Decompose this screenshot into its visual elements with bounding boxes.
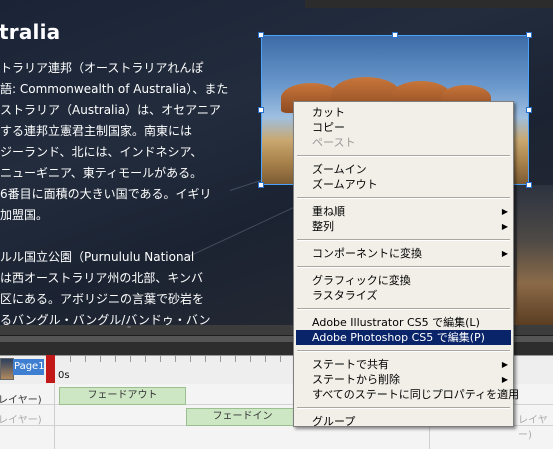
menu-item[interactable]: 重ね順 ▶ bbox=[296, 204, 511, 219]
menu-item[interactable]: カット bbox=[296, 105, 511, 120]
paragraph-line: する連邦立憲君主制国家。南東には bbox=[0, 124, 193, 138]
resize-handle-left[interactable] bbox=[258, 107, 264, 113]
paragraph-line: ルル国立公園（Purnululu National bbox=[0, 250, 195, 264]
menu-item[interactable]: グラフィックに変換 bbox=[296, 273, 511, 288]
page-tab[interactable]: Page1 bbox=[13, 359, 45, 375]
menu-item-label: コンポーネントに変換 bbox=[312, 247, 422, 260]
resize-handle-bottom-right[interactable] bbox=[526, 182, 532, 188]
menu-item-label: すべてのステートに同じプロパティを適用 bbox=[312, 388, 520, 401]
tween-fade-out[interactable]: フェードアウト bbox=[59, 387, 186, 405]
resize-handle-top[interactable] bbox=[392, 32, 398, 38]
menu-item-label: ラスタライズ bbox=[312, 289, 378, 302]
time-tick bbox=[265, 356, 266, 362]
submenu-arrow-icon: ▶ bbox=[501, 207, 508, 216]
page-thumbnail[interactable] bbox=[0, 358, 14, 380]
layer-label[interactable]: レイヤー) bbox=[0, 411, 42, 426]
menu-item[interactable]: ズームイン bbox=[296, 162, 511, 177]
menu-item-label: 重ね順 bbox=[312, 205, 345, 218]
layer-label-right[interactable]: レイヤー) bbox=[518, 411, 553, 441]
paragraph-line: 語: Commonwealth of Australia）、また bbox=[0, 82, 229, 96]
time-tick bbox=[190, 356, 191, 362]
time-tick bbox=[70, 356, 71, 362]
paragraph-purnululu: ルル国立公園（Purnululu National は西オーストラリア州の北部、キ… bbox=[0, 247, 210, 325]
time-tick bbox=[235, 356, 236, 362]
paragraph-line: 区にある。アボリジニの言葉で砂岩を bbox=[0, 292, 205, 306]
menu-item[interactable]: ラスタライズ bbox=[296, 288, 511, 303]
menu-separator bbox=[297, 350, 510, 352]
menu-item[interactable]: ズームアウト bbox=[296, 177, 511, 192]
submenu-arrow-icon: ▶ bbox=[501, 375, 508, 384]
menu-item[interactable]: Adobe Illustrator CS5 で編集(L) bbox=[296, 315, 511, 330]
menu-separator bbox=[297, 266, 510, 268]
paragraph-line: るバングル・バングル/バンドゥ・バン bbox=[0, 313, 211, 325]
time-tick bbox=[130, 356, 131, 362]
menu-item-label: Adobe Illustrator CS5 で編集(L) bbox=[312, 316, 480, 329]
menu-item-label: ズームイン bbox=[312, 163, 367, 176]
top-toolbar-strip bbox=[305, 0, 553, 8]
menu-item-label: 整列 bbox=[312, 220, 334, 233]
paragraph-line: は西オーストラリア州の北部、キンバ bbox=[0, 271, 204, 285]
paragraph-line: ジーランド、北には、インドネシア、 bbox=[0, 145, 203, 159]
playhead[interactable] bbox=[46, 355, 55, 383]
menu-item[interactable]: 整列 ▶ bbox=[296, 219, 511, 234]
menu-item-label: Adobe Photoshop CS5 で編集(P) bbox=[312, 331, 485, 344]
time-tick bbox=[100, 356, 101, 362]
time-tick bbox=[85, 356, 86, 362]
time-zero-label: 0s bbox=[58, 370, 70, 381]
layer-label[interactable]: レイヤー) bbox=[0, 391, 42, 406]
time-tick bbox=[220, 356, 221, 362]
submenu-arrow-icon: ▶ bbox=[501, 222, 508, 231]
submenu-arrow-icon: ▶ bbox=[501, 360, 508, 369]
page-heading: tralia bbox=[0, 20, 61, 44]
tween-fade-in[interactable]: フェードイン bbox=[186, 408, 299, 426]
menu-item[interactable]: ペースト bbox=[296, 135, 511, 150]
menu-item-label: グラフィックに変換 bbox=[312, 274, 411, 287]
paragraph-line: トラリア連邦（オーストラリアれんぽ bbox=[0, 61, 204, 75]
menu-item[interactable]: コンポーネントに変換 ▶ bbox=[296, 246, 511, 261]
divider-grip[interactable]: '' bbox=[125, 326, 133, 333]
menu-item-label: グループ bbox=[312, 415, 356, 428]
menu-item[interactable]: すべてのステートに同じプロパティを適用 bbox=[296, 387, 519, 402]
time-tick bbox=[145, 356, 146, 362]
time-tick bbox=[250, 356, 251, 362]
menu-item[interactable]: Adobe Photoshop CS5 で編集(P) bbox=[296, 330, 511, 345]
paragraph-line: ニューギニア、東ティモールがある。 bbox=[0, 166, 203, 180]
time-tick bbox=[205, 356, 206, 362]
paragraph-line: 6番目に面積の大きい国である。イギリ bbox=[0, 187, 212, 201]
menu-item[interactable]: コピー bbox=[296, 120, 511, 135]
menu-separator bbox=[297, 308, 510, 310]
menu-item[interactable]: ステートで共有 ▶ bbox=[296, 357, 511, 372]
menu-item-label: カット bbox=[312, 106, 345, 119]
background-photo-right bbox=[517, 185, 553, 325]
menu-item-label: コピー bbox=[312, 121, 345, 134]
menu-separator bbox=[297, 155, 510, 157]
column-divider bbox=[54, 384, 55, 449]
paragraph-line: 加盟国。 bbox=[0, 208, 49, 222]
menu-item-label: ステートで共有 bbox=[312, 358, 389, 371]
menu-item[interactable]: ステートから削除 ▶ bbox=[296, 372, 511, 387]
resize-handle-bottom-left[interactable] bbox=[258, 182, 264, 188]
menu-item[interactable]: グループ bbox=[296, 414, 511, 429]
resize-handle-right[interactable] bbox=[526, 107, 532, 113]
menu-separator bbox=[297, 197, 510, 199]
time-tick bbox=[160, 356, 161, 362]
context-menu: カットコピーペーストズームインズームアウト 重ね順 ▶ 整列 ▶ コンポーネントに変換 ▶ グ… bbox=[293, 101, 519, 429]
menu-item-label: ズームアウト bbox=[312, 178, 378, 191]
time-tick bbox=[280, 356, 281, 362]
paragraph-line: ストラリア（Australia）は、オセアニア bbox=[0, 103, 221, 117]
menu-item-label: ペースト bbox=[312, 136, 356, 149]
submenu-arrow-icon: ▶ bbox=[501, 249, 508, 258]
menu-separator bbox=[297, 239, 510, 241]
time-tick bbox=[175, 356, 176, 362]
menu-separator bbox=[297, 407, 510, 409]
time-tick bbox=[115, 356, 116, 362]
menu-item-label: ステートから削除 bbox=[312, 373, 400, 386]
resize-handle-top-right[interactable] bbox=[526, 32, 532, 38]
paragraph-australia: トラリア連邦（オーストラリアれんぽ語: Commonwealth of Aust… bbox=[0, 58, 228, 226]
resize-handle-top-left[interactable] bbox=[258, 32, 264, 38]
